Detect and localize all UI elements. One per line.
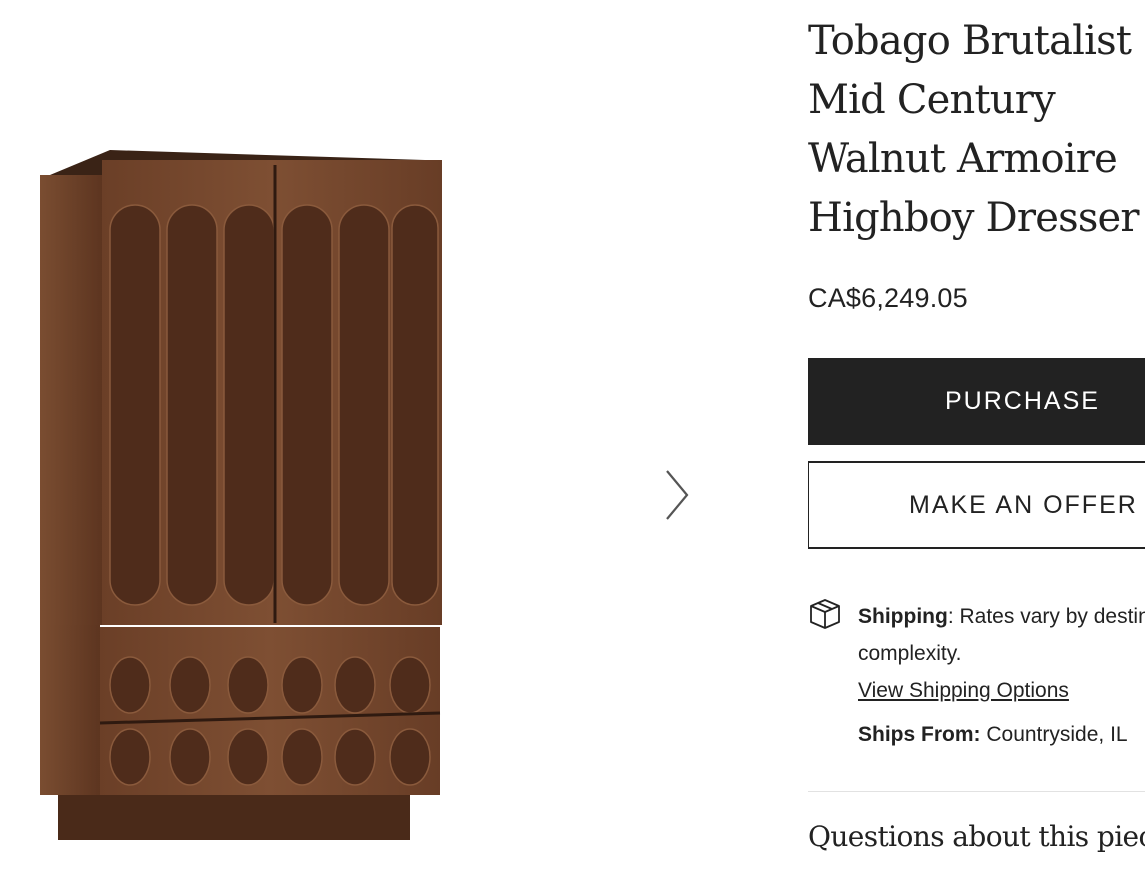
ships-from-label: Ships From: bbox=[858, 723, 981, 746]
product-price: CA$6,249.05 bbox=[808, 283, 968, 313]
purchase-button-label: PURCHASE bbox=[945, 387, 1100, 415]
title-line: Walnut Armoire bbox=[808, 136, 1118, 182]
make-offer-button-label: MAKE AN OFFER bbox=[909, 490, 1138, 519]
divider bbox=[808, 791, 1145, 792]
questions-heading: Questions about this piece? bbox=[808, 820, 1145, 853]
title-line: Mid Century bbox=[808, 77, 1056, 123]
purchase-button[interactable]: PURCHASE bbox=[808, 358, 1145, 445]
package-icon bbox=[810, 599, 840, 629]
make-offer-button[interactable]: MAKE AN OFFER bbox=[808, 461, 1145, 549]
title-line: Tobago Brutalist bbox=[808, 18, 1132, 64]
product-title: Tobago Brutalist Mid Century Walnut Armo… bbox=[808, 12, 1145, 248]
ships-from-value: Countryside, IL bbox=[980, 723, 1128, 746]
shipping-info: Shipping: Rates vary by destination and … bbox=[858, 598, 1145, 709]
product-image bbox=[40, 150, 442, 840]
chevron-right-icon[interactable] bbox=[660, 465, 694, 525]
ships-from: Ships From: Countryside, IL bbox=[858, 723, 1128, 747]
product-gallery bbox=[0, 0, 760, 876]
view-shipping-options-link[interactable]: View Shipping Options bbox=[858, 672, 1145, 709]
product-details: Tobago Brutalist Mid Century Walnut Armo… bbox=[808, 0, 1145, 876]
shipping-label: Shipping bbox=[858, 605, 948, 628]
title-line: Highboy Dresser bbox=[808, 195, 1140, 241]
